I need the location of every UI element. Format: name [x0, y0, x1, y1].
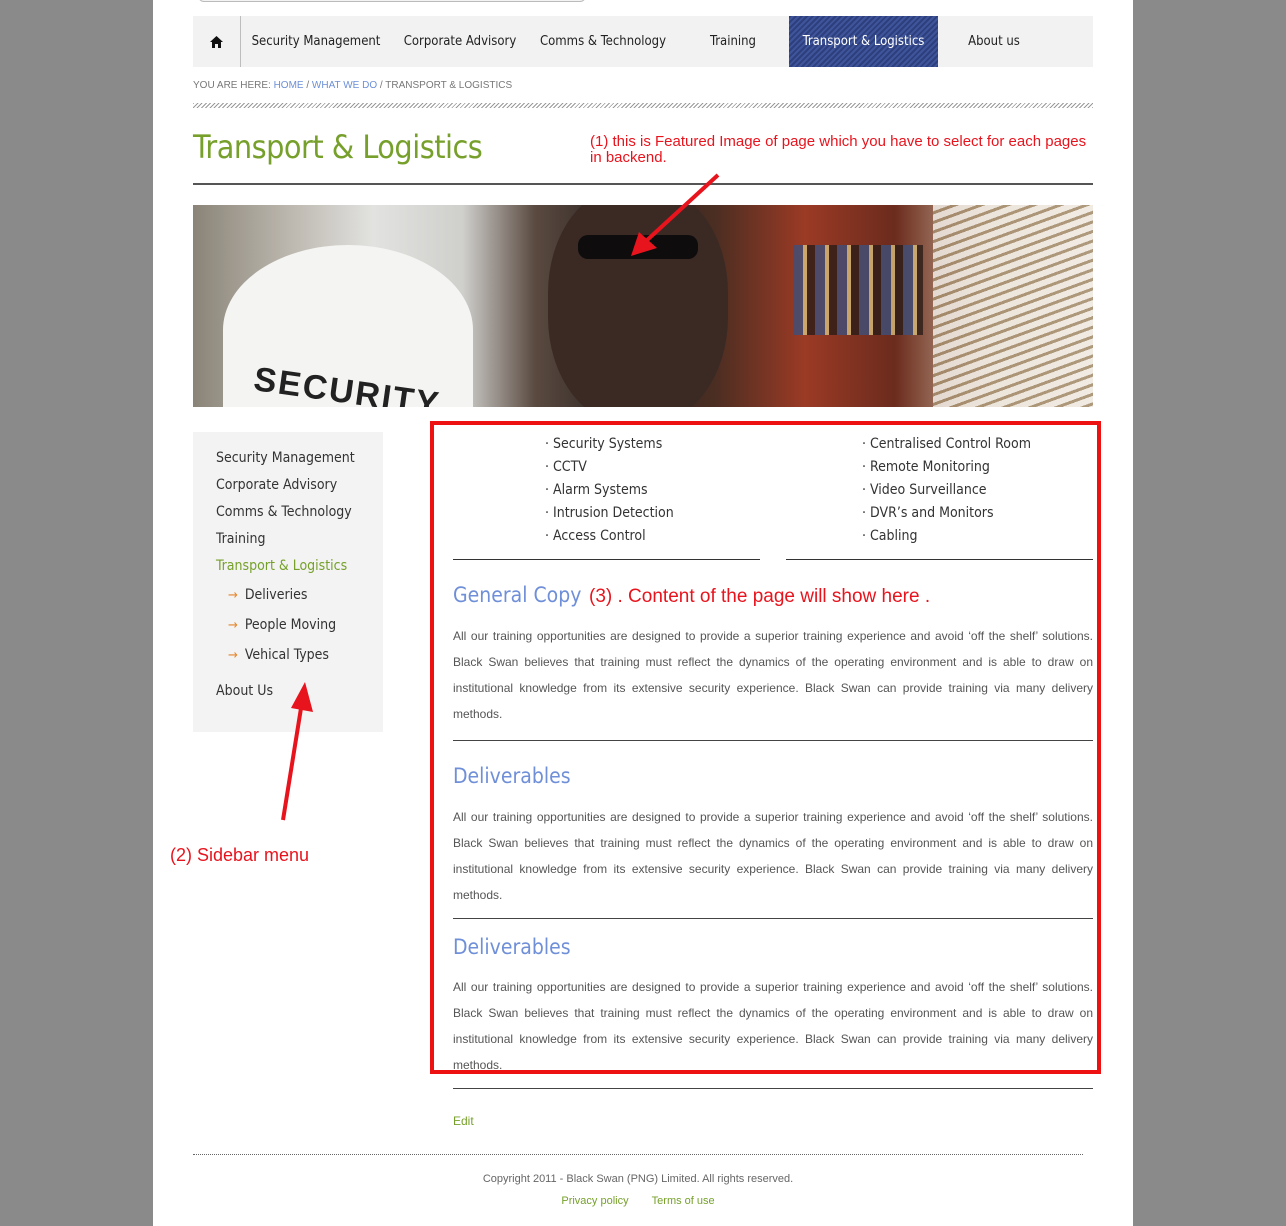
nav-security-management[interactable]: Security Management — [241, 16, 391, 67]
section-divider — [453, 740, 1093, 741]
main-nav: Security Management Corporate Advisory C… — [193, 16, 1093, 67]
search-box-stub[interactable] — [198, 0, 586, 2]
privacy-policy-link[interactable]: Privacy policy — [561, 1195, 628, 1207]
service-item: · Alarm Systems — [545, 482, 648, 498]
nav-transport-logistics[interactable]: Transport & Logistics — [789, 16, 938, 67]
nav-corporate-advisory[interactable]: Corporate Advisory — [391, 16, 529, 67]
breadcrumb-what-we-do-link[interactable]: WHAT WE DO — [312, 80, 377, 91]
nav-comms-technology[interactable]: Comms & Technology — [529, 16, 677, 67]
annotation-arrow-icon — [281, 682, 313, 821]
page: Security Management Corporate Advisory C… — [153, 0, 1133, 1226]
section-body: All our training opportunities are desig… — [453, 980, 1093, 1072]
sidebar-subitem-label: People Moving — [244, 617, 337, 633]
service-item: · Remote Monitoring — [862, 459, 990, 475]
annotation-arrow-icon — [631, 173, 720, 256]
arrow-right-icon: → — [228, 648, 238, 663]
page-title: Transport & Logistics — [193, 128, 483, 166]
section-title-deliverables: Deliverables — [453, 935, 571, 959]
staircase-graphic — [933, 205, 1093, 407]
arrow-right-icon: → — [228, 588, 238, 603]
annotation-featured-image: (1) this is Featured Image of page which… — [590, 133, 1087, 166]
breadcrumb-current: TRANSPORT & LOGISTICS — [385, 80, 513, 91]
service-item: · Security Systems — [545, 436, 663, 452]
hatched-divider — [193, 103, 1093, 108]
sidebar-item-about-us[interactable]: About Us — [216, 683, 273, 699]
sidebar-item-corporate-advisory[interactable]: Corporate Advisory — [216, 477, 337, 493]
service-item: · DVR’s and Monitors — [862, 505, 994, 521]
services-list-left: · Security Systems · CCTV · Alarm System… — [545, 433, 674, 548]
breadcrumb-prefix: YOU ARE HERE: — [193, 80, 274, 91]
arrow-right-icon: → — [228, 618, 238, 633]
nav-about-us[interactable]: About us — [938, 16, 1050, 67]
breadcrumb-separator: / — [303, 80, 312, 91]
home-icon — [210, 35, 223, 48]
annotation-sidebar: (2) Sidebar menu — [170, 845, 310, 865]
section-body: All our training opportunities are desig… — [453, 810, 1093, 902]
sidebar-subitem-people-moving[interactable]: → People Moving — [228, 617, 336, 633]
sidebar-item-training[interactable]: Training — [216, 531, 266, 547]
services-divider — [786, 559, 1093, 560]
sidebar-subitem-label: Deliveries — [244, 587, 308, 603]
section-divider — [453, 918, 1093, 919]
sidebar-item-comms-technology[interactable]: Comms & Technology — [216, 504, 352, 520]
service-item: · Intrusion Detection — [545, 505, 674, 521]
footer-divider — [193, 1154, 1083, 1155]
service-item: · Cabling — [862, 528, 918, 544]
section-title-deliverables: Deliverables — [453, 764, 571, 788]
services-list-right: · Centralised Control Room · Remote Moni… — [862, 433, 1031, 548]
breadcrumb: YOU ARE HERE: HOME / WHAT WE DO / TRANSP… — [193, 80, 512, 91]
breadcrumb-home-link[interactable]: HOME — [274, 80, 304, 91]
footer-links: Privacy policy Terms of use — [153, 1195, 1123, 1207]
sidebar-item-transport-logistics[interactable]: Transport & Logistics — [216, 558, 347, 574]
service-item: · CCTV — [545, 459, 587, 475]
annotation-content: (3) . Content of the page will show here… — [589, 586, 931, 607]
services-divider — [453, 559, 760, 560]
section-body: All our training opportunities are desig… — [453, 629, 1093, 721]
sidebar-item-security-management[interactable]: Security Management — [216, 450, 355, 466]
service-item: · Centralised Control Room — [862, 436, 1031, 452]
terms-of-use-link[interactable]: Terms of use — [652, 1195, 715, 1207]
service-item: · Video Surveillance — [862, 482, 987, 498]
sidebar-subitem-vehical-types[interactable]: → Vehical Types — [228, 647, 329, 663]
service-item: · Access Control — [545, 528, 646, 544]
section-divider — [453, 1088, 1093, 1089]
section-title-general-copy: General Copy — [453, 583, 582, 607]
sidebar-subitem-label: Vehical Types — [244, 647, 329, 663]
slot-machines-graphic — [793, 245, 923, 335]
home-button[interactable] — [193, 16, 241, 67]
edit-link[interactable]: Edit — [453, 1114, 474, 1128]
copyright-text: Copyright 2011 - Black Swan (PNG) Limite… — [482, 1173, 794, 1185]
nav-training[interactable]: Training — [677, 16, 789, 67]
sidebar-subitem-deliveries[interactable]: → Deliveries — [228, 587, 307, 603]
